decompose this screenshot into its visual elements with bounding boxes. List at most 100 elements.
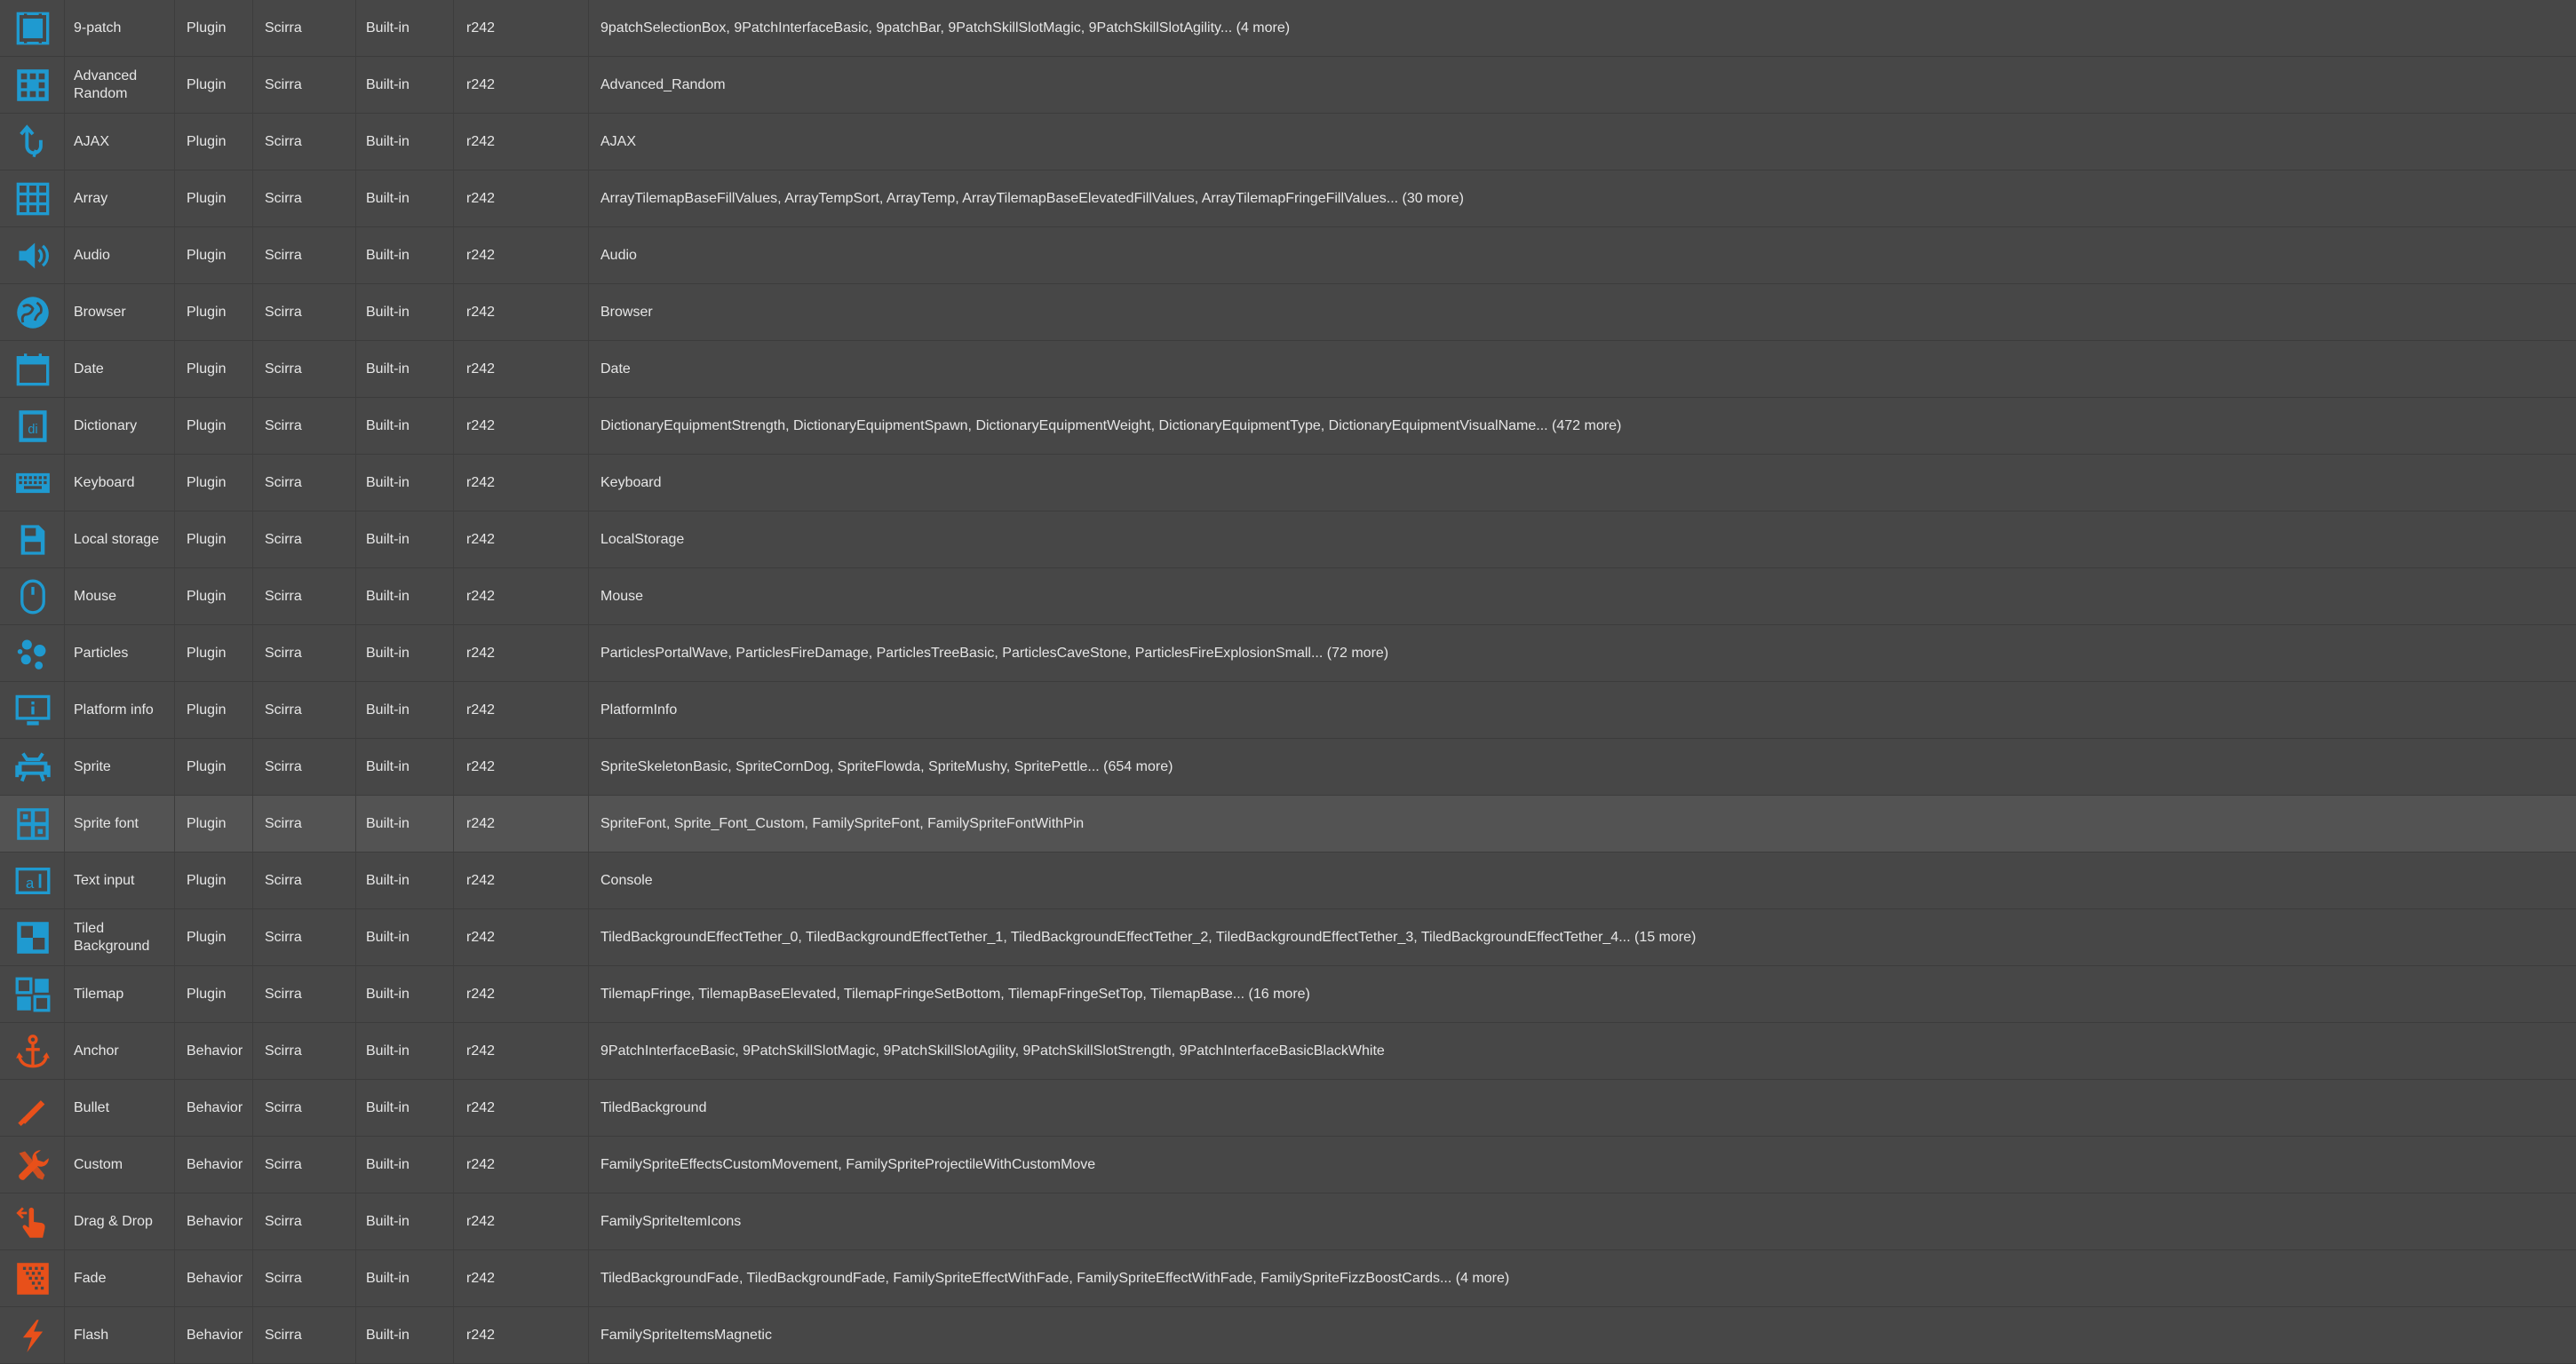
column-divider: [355, 1023, 356, 1079]
column-divider: [174, 1137, 175, 1193]
table-row[interactable]: Array Plugin Scirra Built-in r242 ArrayTilema…: [0, 170, 2576, 227]
column-divider: [453, 512, 454, 567]
tilemap-icon: [0, 966, 66, 1022]
version-cell: Built-in: [366, 815, 409, 831]
column-divider: [453, 284, 454, 340]
table-row[interactable]: Tilemap Plugin Scirra Built-in r242 TilemapFr…: [0, 966, 2576, 1023]
nine-patch-icon: [0, 0, 66, 56]
column-divider: [252, 966, 253, 1022]
name-cell: Advanced Random: [74, 67, 138, 101]
author-cell: Scirra: [265, 758, 302, 774]
author-cell: Scirra: [265, 417, 302, 433]
author-cell: Scirra: [265, 645, 302, 661]
used-by-cell: FamilySpriteEffectsCustomMovement, Famil…: [600, 1156, 1096, 1172]
table-row[interactable]: Particles Plugin Scirra Built-in r242 Particl…: [0, 625, 2576, 682]
table-row[interactable]: Sprite font Plugin Scirra Built-in r242 Sprit…: [0, 796, 2576, 852]
column-divider: [64, 739, 65, 795]
table-row[interactable]: Custom Behavior Scirra Built-in r242 FamilySp…: [0, 1137, 2576, 1194]
table-row[interactable]: 9-patch Plugin Scirra Built-in r242 9patchSel…: [0, 0, 2576, 57]
column-divider: [453, 0, 454, 56]
table-row[interactable]: Date Plugin Scirra Built-in r242 Date: [0, 341, 2576, 398]
table-row[interactable]: Bullet Behavior Scirra Built-in r242 TiledBac…: [0, 1080, 2576, 1137]
column-divider: [252, 0, 253, 56]
column-divider: [453, 625, 454, 681]
revision-cell: r242: [466, 1156, 496, 1172]
type-cell: Plugin: [187, 304, 227, 320]
version-cell: Built-in: [366, 588, 409, 604]
used-by-cell: Console: [600, 872, 653, 888]
table-row[interactable]: Fade Behavior Scirra Built-in r242 TiledBackg…: [0, 1250, 2576, 1307]
used-by-cell: Keyboard: [600, 474, 662, 490]
column-divider: [64, 796, 65, 852]
table-row[interactable]: Anchor Behavior Scirra Built-in r242 9PatchIn…: [0, 1023, 2576, 1080]
table-row[interactable]: a Text input Plugin Scirra Built-in r242 Conso…: [0, 852, 2576, 909]
table-row[interactable]: Mouse Plugin Scirra Built-in r242 Mouse: [0, 568, 2576, 625]
column-divider: [355, 1194, 356, 1249]
column-divider: [588, 1307, 589, 1363]
table-row[interactable]: Sprite Plugin Scirra Built-in r242 SpriteSkel…: [0, 739, 2576, 796]
column-divider: [252, 455, 253, 511]
table-row[interactable]: Advanced Random Plugin Scirra Built-in r242 A…: [0, 57, 2576, 114]
column-divider: [355, 0, 356, 56]
author-cell: Scirra: [265, 190, 302, 206]
column-divider: [64, 57, 65, 113]
type-cell: Behavior: [187, 1099, 243, 1115]
column-divider: [174, 57, 175, 113]
table-row[interactable]: Platform info Plugin Scirra Built-in r242 Pla…: [0, 682, 2576, 739]
column-divider: [453, 57, 454, 113]
used-by-cell: Browser: [600, 304, 653, 320]
column-divider: [64, 682, 65, 738]
name-cell: Date: [74, 361, 104, 377]
column-divider: [252, 170, 253, 226]
table-row[interactable]: Tiled Background Plugin Scirra Built-in r242…: [0, 909, 2576, 966]
column-divider: [355, 796, 356, 852]
used-by-cell: Mouse: [600, 588, 644, 604]
table-row[interactable]: Flash Behavior Scirra Built-in r242 FamilySpr…: [0, 1307, 2576, 1364]
column-divider: [252, 796, 253, 852]
version-cell: Built-in: [366, 645, 409, 661]
name-cell: Dictionary: [74, 417, 138, 433]
wrench-icon: [0, 1137, 66, 1193]
used-by-cell: PlatformInfo: [600, 702, 678, 718]
column-divider: [64, 455, 65, 511]
column-divider: [252, 852, 253, 908]
table-row[interactable]: Drag & Drop Behavior Scirra Built-in r242 Fam…: [0, 1194, 2576, 1250]
column-divider: [174, 568, 175, 624]
monitor-info-icon: [0, 682, 66, 738]
column-divider: [355, 57, 356, 113]
dice-grid-icon: [0, 57, 66, 113]
grid-icon: [0, 170, 66, 226]
table-row[interactable]: Local storage Plugin Scirra Built-in r242 Loc…: [0, 512, 2576, 568]
name-cell: Keyboard: [74, 474, 135, 490]
column-divider: [453, 909, 454, 965]
revision-cell: r242: [466, 133, 496, 149]
column-divider: [64, 1250, 65, 1306]
author-cell: Scirra: [265, 304, 302, 320]
type-cell: Behavior: [187, 1213, 243, 1229]
column-divider: [588, 341, 589, 397]
table-row[interactable]: Audio Plugin Scirra Built-in r242 Audio: [0, 227, 2576, 284]
column-divider: [174, 1194, 175, 1249]
table-row[interactable]: di Dictionary Plugin Scirra Built-in r242 Dict…: [0, 398, 2576, 455]
column-divider: [355, 114, 356, 170]
author-cell: Scirra: [265, 133, 302, 149]
type-cell: Plugin: [187, 588, 227, 604]
version-cell: Built-in: [366, 474, 409, 490]
column-divider: [588, 966, 589, 1022]
table-row[interactable]: Keyboard Plugin Scirra Built-in r242 Keyboard: [0, 455, 2576, 512]
version-cell: Built-in: [366, 1156, 409, 1172]
version-cell: Built-in: [366, 702, 409, 718]
table-row[interactable]: AJAX Plugin Scirra Built-in r242 AJAX: [0, 114, 2576, 170]
column-divider: [252, 1194, 253, 1249]
column-divider: [588, 1137, 589, 1193]
svg-text:di: di: [28, 422, 37, 436]
name-cell: Platform info: [74, 702, 154, 718]
name-cell: Tilemap: [74, 986, 124, 1002]
bullet-icon: [0, 1080, 66, 1136]
mouse-icon: [0, 568, 66, 624]
name-cell: Text input: [74, 872, 135, 888]
used-by-cell: TiledBackgroundEffectTether_0, TiledBack…: [600, 929, 1697, 945]
table-row[interactable]: Browser Plugin Scirra Built-in r242 Browser: [0, 284, 2576, 341]
author-cell: Scirra: [265, 1156, 302, 1172]
column-divider: [453, 1307, 454, 1363]
